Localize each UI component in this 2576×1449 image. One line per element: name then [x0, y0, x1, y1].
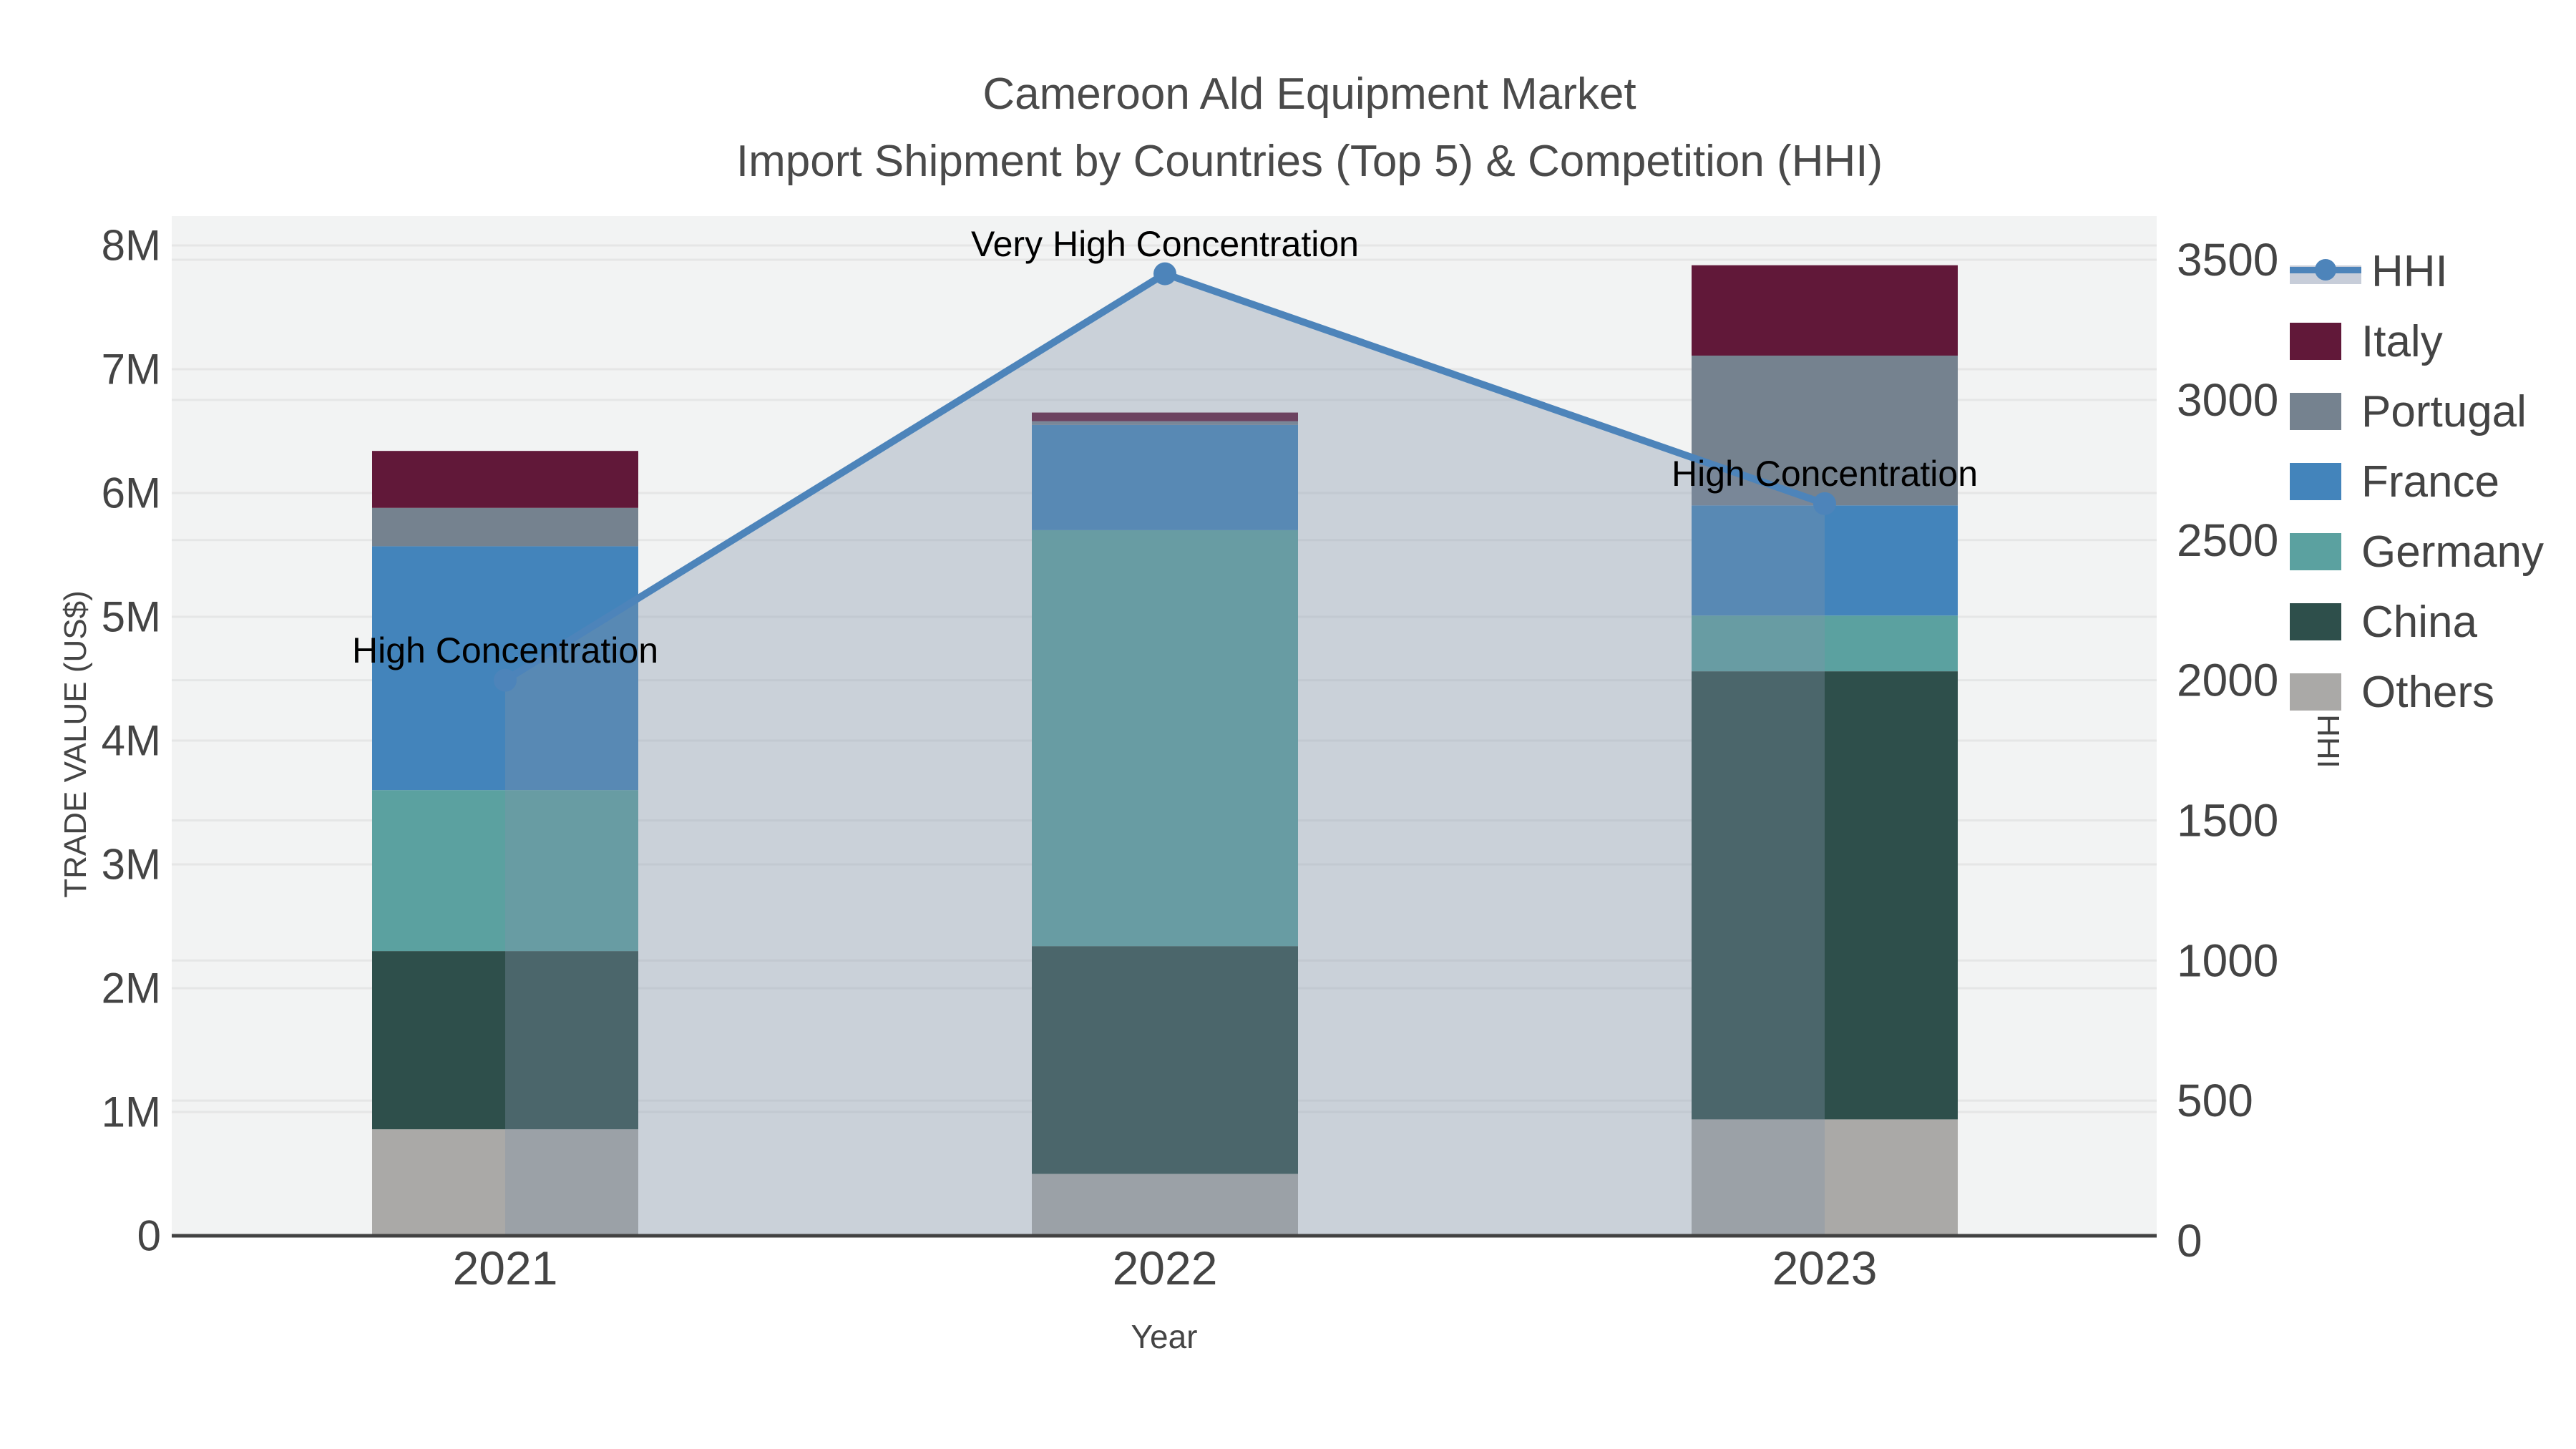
- figure: 0 1M 2M 3M 4M 5M 6M 7M 8M 0 500 1000 1500 2000 2500 300…: [0, 0, 2576, 1449]
- legend-item-germany[interactable]: Germany: [2290, 517, 2544, 587]
- color-swatch-icon: [2290, 673, 2341, 711]
- bar-segment-2021-italy: [372, 451, 638, 508]
- legend-item-others[interactable]: Others: [2290, 657, 2544, 727]
- bar-segment-2021-portugal: [372, 507, 638, 547]
- annotation-2022: Very High Concentration: [971, 223, 1359, 264]
- right-tick-3000: 3000: [2177, 374, 2278, 426]
- hhi-marker-2023: [1813, 492, 1836, 515]
- legend-item-italy[interactable]: Italy: [2290, 306, 2544, 376]
- left-tick-7M: 7M: [102, 346, 161, 394]
- x-axis-title: Year: [1131, 1318, 1198, 1355]
- chart-title-line1: Cameroon Ald Equipment Market: [982, 69, 1636, 119]
- x-tick-2023: 2023: [1772, 1241, 1878, 1294]
- right-tick-3500: 3500: [2177, 234, 2278, 286]
- legend-item-portugal[interactable]: Portugal: [2290, 376, 2544, 447]
- right-tick-0: 0: [2177, 1215, 2202, 1267]
- x-tick-2022: 2022: [1113, 1241, 1218, 1294]
- legend-label: Portugal: [2361, 386, 2527, 436]
- color-swatch-icon: [2290, 463, 2341, 500]
- left-tick-2M: 2M: [102, 965, 161, 1013]
- right-tick-2500: 2500: [2177, 514, 2278, 566]
- left-tick-8M: 8M: [102, 222, 161, 270]
- left-tick-5M: 5M: [102, 593, 161, 641]
- bar-segment-2023-italy: [1692, 265, 1958, 356]
- left-tick-1M: 1M: [102, 1088, 161, 1136]
- hhi-marker-2022: [1153, 262, 1176, 286]
- color-swatch-icon: [2290, 533, 2341, 570]
- left-tick-0: 0: [137, 1212, 161, 1260]
- chart-canvas: 0 1M 2M 3M 4M 5M 6M 7M 8M 0 500 1000 1500 2000 2500 300…: [102, 216, 2278, 1294]
- left-axis-title: TRADE VALUE (US$): [58, 590, 93, 898]
- right-tick-1000: 1000: [2177, 935, 2278, 986]
- annotation-2023: High Concentration: [1671, 453, 1979, 494]
- legend-item-france[interactable]: France: [2290, 447, 2544, 517]
- legend-label: France: [2361, 457, 2499, 507]
- left-tick-6M: 6M: [102, 469, 161, 517]
- hhi-marker-2021: [494, 668, 517, 692]
- left-tick-4M: 4M: [102, 717, 161, 765]
- legend-item-hhi[interactable]: HHI: [2290, 236, 2544, 306]
- chart-title-line2: Import Shipment by Countries (Top 5) & C…: [736, 137, 1883, 186]
- legend-label: Germany: [2361, 527, 2544, 577]
- legend: HHI Italy Portugal France Germany China Others: [2290, 236, 2544, 727]
- legend-label: HHI: [2371, 246, 2448, 296]
- legend-label: Others: [2361, 667, 2495, 717]
- annotation-2021: High Concentration: [351, 630, 659, 670]
- legend-item-china[interactable]: China: [2290, 587, 2544, 657]
- right-tick-1500: 1500: [2177, 794, 2278, 846]
- right-tick-2000: 2000: [2177, 655, 2278, 706]
- legend-label: Italy: [2361, 316, 2443, 366]
- color-swatch-icon: [2290, 393, 2341, 430]
- left-tick-3M: 3M: [102, 841, 161, 889]
- color-swatch-icon: [2290, 323, 2341, 360]
- legend-label: China: [2361, 597, 2477, 647]
- right-tick-500: 500: [2177, 1075, 2253, 1126]
- hhi-line-swatch-icon: [2290, 253, 2361, 290]
- x-tick-2021: 2021: [453, 1241, 558, 1294]
- color-swatch-icon: [2290, 603, 2341, 640]
